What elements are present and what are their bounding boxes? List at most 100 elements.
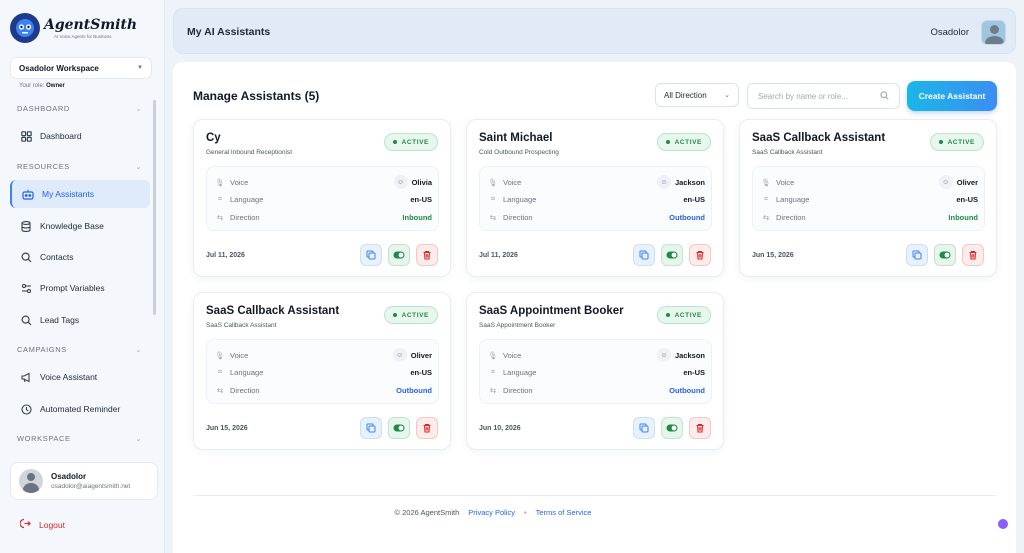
assistant-card[interactable]: SaaS Callback Assistant SaaS Callback As… xyxy=(193,292,451,450)
toggle-active-button[interactable] xyxy=(661,417,683,439)
sidebar-item-contacts[interactable]: Contacts xyxy=(10,243,150,271)
section-resources[interactable]: RESOURCES ⌄ xyxy=(17,162,142,171)
trash-icon xyxy=(423,424,431,433)
voice-label: Voice xyxy=(503,350,522,360)
workspace-name: Osadolor Workspace xyxy=(19,63,99,73)
manage-title: Manage Assistants (5) xyxy=(193,89,320,103)
create-assistant-button[interactable]: Create Assistant xyxy=(907,81,997,111)
created-date: Jul 11, 2026 xyxy=(479,252,518,259)
language-value: en-US xyxy=(956,194,978,204)
direction-row: ⇆ Direction Outbound xyxy=(488,213,705,222)
voice-value: Olivia xyxy=(411,177,432,187)
sidebar-item-voice-assistant[interactable]: Voice Assistant xyxy=(10,363,150,391)
help-widget-icon[interactable] xyxy=(998,519,1008,529)
user-role: Your role: Owner xyxy=(19,83,65,89)
microphone-icon: 🎙︎ xyxy=(215,177,225,187)
sidebar-item-dashboard[interactable]: Dashboard xyxy=(10,122,150,150)
brand-logo[interactable]: AgentSmith AI Voice Agents for Business xyxy=(10,13,137,43)
delete-button[interactable] xyxy=(689,417,711,439)
status-label: ACTIVE xyxy=(401,311,429,319)
sidebar-item-lead-tags[interactable]: Lead Tags xyxy=(10,306,150,334)
card-actions xyxy=(906,244,984,266)
copy-icon xyxy=(366,423,376,433)
sidebar-item-label: Dashboard xyxy=(40,131,82,141)
sidebar-item-label: My Assistants xyxy=(42,189,94,199)
swap-arrows-icon: ⇆ xyxy=(489,386,497,395)
section-workspace[interactable]: WORKSPACE ⌄ xyxy=(17,434,142,443)
footer-divider xyxy=(193,495,996,496)
voice-row: 🎙︎ Voice ☺ Olivia xyxy=(215,175,432,189)
avatar xyxy=(19,469,43,493)
assistant-card[interactable]: SaaS Appointment Booker SaaS Appointment… xyxy=(466,292,724,450)
avatar[interactable] xyxy=(981,20,1006,45)
user-email: osadolor@aiagentsmith.net xyxy=(51,483,131,490)
status-badge: ACTIVE xyxy=(383,133,438,151)
copy-button[interactable] xyxy=(633,244,655,266)
assistant-card[interactable]: SaaS Callback Assistant SaaS Callback As… xyxy=(739,119,997,277)
delete-button[interactable] xyxy=(416,244,438,266)
delete-button[interactable] xyxy=(689,244,711,266)
created-date: Jun 10, 2026 xyxy=(479,425,521,432)
terms-of-service-link[interactable]: Terms of Service xyxy=(536,508,592,517)
search-input[interactable] xyxy=(758,91,868,101)
swap-arrows-icon: ⇆ xyxy=(216,386,224,395)
sidebar-scrollbar[interactable] xyxy=(153,100,156,315)
sidebar-item-my-assistants[interactable]: My Assistants xyxy=(10,180,150,208)
sidebar-item-prompt-variables[interactable]: Prompt Variables xyxy=(10,274,150,302)
copy-button[interactable] xyxy=(360,244,382,266)
chevron-down-icon: ⌄ xyxy=(135,435,142,443)
voice-value: Oliver xyxy=(410,350,432,360)
created-date: Jun 15, 2026 xyxy=(752,252,794,259)
delete-button[interactable] xyxy=(416,417,438,439)
robot-logo-icon xyxy=(10,13,40,43)
megaphone-icon xyxy=(20,371,32,383)
card-actions xyxy=(633,244,711,266)
toggle-active-button[interactable] xyxy=(388,417,410,439)
variables-icon xyxy=(20,282,32,294)
section-campaigns-label: CAMPAIGNS xyxy=(17,345,67,354)
toggle-active-button[interactable] xyxy=(934,244,956,266)
header-user-name[interactable]: Osadolor xyxy=(930,27,969,38)
copy-button[interactable] xyxy=(906,244,928,266)
microphone-icon: 🎙︎ xyxy=(488,350,498,360)
toggle-active-button[interactable] xyxy=(388,244,410,266)
database-icon xyxy=(20,220,32,232)
language-value: en-US xyxy=(683,367,705,377)
toggle-active-button[interactable] xyxy=(661,244,683,266)
logout-button[interactable]: Logout xyxy=(19,518,65,531)
assistant-card[interactable]: Cy General Inbound Receptionist ACTIVE 🎙… xyxy=(193,119,451,277)
assistant-role: SaaS Callback Assistant xyxy=(206,322,277,329)
section-dashboard-label: DASHBOARD xyxy=(17,104,70,113)
sidebar-item-automated-reminder[interactable]: Automated Reminder xyxy=(10,395,150,423)
assistant-name: Cy xyxy=(206,132,221,144)
sidebar-item-label: Lead Tags xyxy=(40,315,80,325)
language-row: ⌗ Language en-US xyxy=(488,194,705,204)
language-value: en-US xyxy=(410,367,432,377)
card-actions xyxy=(360,417,438,439)
direction-label: Direction xyxy=(776,213,806,222)
delete-button[interactable] xyxy=(962,244,984,266)
brand-tagline: AI Voice Agents for Business xyxy=(54,33,112,39)
assistant-card[interactable]: Saint Michael Cold Outbound Prospecting … xyxy=(466,119,724,277)
section-dashboard[interactable]: DASHBOARD ⌄ xyxy=(17,104,142,113)
voice-avatar-icon: ☺ xyxy=(392,348,407,362)
sidebar-item-knowledge-base[interactable]: Knowledge Base xyxy=(10,212,150,240)
translate-icon: ⌗ xyxy=(490,367,496,376)
voice-label: Voice xyxy=(230,350,249,360)
copy-button[interactable] xyxy=(360,417,382,439)
voice-label: Voice xyxy=(776,177,795,187)
direction-value: Inbound xyxy=(402,213,432,222)
footer: © 2026 AgentSmith Privacy Policy • Terms… xyxy=(173,508,813,517)
sidebar-user-card[interactable]: Osadolor osadolor@aiagentsmith.net xyxy=(10,462,158,500)
chevron-down-icon: ▼ xyxy=(137,65,143,71)
voice-value: Jackson xyxy=(674,350,705,360)
copy-button[interactable] xyxy=(633,417,655,439)
workspace-select[interactable]: Osadolor Workspace ▼ xyxy=(10,57,152,79)
search-box[interactable] xyxy=(747,83,900,109)
language-label: Language xyxy=(503,367,537,377)
copy-icon xyxy=(366,250,376,260)
privacy-policy-link[interactable]: Privacy Policy xyxy=(468,508,515,517)
language-label: Language xyxy=(776,194,810,204)
section-campaigns[interactable]: CAMPAIGNS ⌄ xyxy=(17,345,142,354)
direction-filter[interactable]: All Direction ⌄ xyxy=(655,83,739,107)
